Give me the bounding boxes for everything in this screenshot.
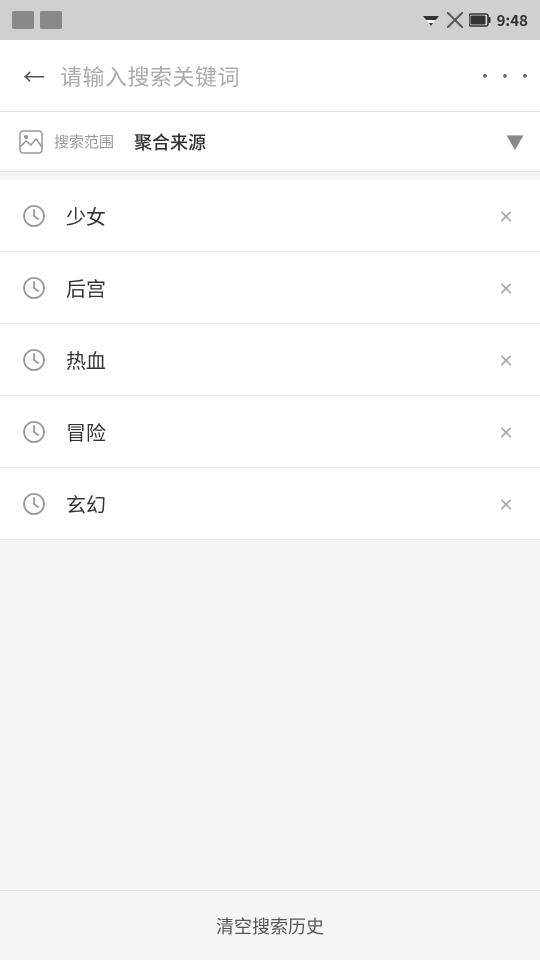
history-text: 玄幻 xyxy=(66,489,488,518)
scope-row[interactable]: 搜索范围 聚合来源 ▼ xyxy=(0,112,540,172)
search-input[interactable]: 请输入搜索关键词 xyxy=(60,60,488,92)
back-arrow-icon: ← xyxy=(23,60,45,92)
clear-history-label: 清空搜索历史 xyxy=(216,913,324,939)
history-item: 冒险 ✕ xyxy=(0,396,540,468)
history-item: 少女 ✕ xyxy=(0,180,540,252)
delete-icon: ✕ xyxy=(498,275,513,301)
history-text: 后宫 xyxy=(66,273,488,302)
history-item: 热血 ✕ xyxy=(0,324,540,396)
history-item: 后宫 ✕ xyxy=(0,252,540,324)
clear-history-button[interactable]: 清空搜索历史 xyxy=(0,890,540,960)
delete-button[interactable]: ✕ xyxy=(488,198,524,234)
history-clock-icon xyxy=(16,486,52,522)
scope-icon xyxy=(16,127,46,157)
history-clock-icon xyxy=(16,270,52,306)
delete-button[interactable]: ✕ xyxy=(488,486,524,522)
history-clock-icon xyxy=(16,414,52,450)
delete-icon: ✕ xyxy=(498,491,513,517)
delete-button[interactable]: ✕ xyxy=(488,342,524,378)
more-button[interactable]: ··· xyxy=(488,58,524,94)
delete-icon: ✕ xyxy=(498,419,513,445)
back-button[interactable]: ← xyxy=(16,58,52,94)
time-display: 9:48 xyxy=(497,10,528,31)
dropdown-arrow-icon: ▼ xyxy=(506,129,524,155)
history-clock-icon xyxy=(16,342,52,378)
keyboard-icon xyxy=(12,11,34,29)
status-bar: 9:48 xyxy=(0,0,540,40)
search-bar: ← 请输入搜索关键词 ··· xyxy=(0,40,540,112)
scope-label: 搜索范围 xyxy=(54,131,114,152)
status-left-icons xyxy=(12,11,62,29)
delete-button[interactable]: ✕ xyxy=(488,414,524,450)
history-text: 少女 xyxy=(66,201,488,230)
history-list: 少女 ✕ 后宫 ✕ xyxy=(0,180,540,540)
history-text: 冒险 xyxy=(66,417,488,446)
more-dots-icon: ··· xyxy=(476,63,536,89)
status-right: 9:48 xyxy=(421,10,528,31)
wifi-icon xyxy=(421,12,441,28)
history-clock-icon xyxy=(16,198,52,234)
signal-icon xyxy=(447,12,463,28)
delete-icon: ✕ xyxy=(498,347,513,373)
history-text: 热血 xyxy=(66,345,488,374)
history-item: 玄幻 ✕ xyxy=(0,468,540,540)
delete-button[interactable]: ✕ xyxy=(488,270,524,306)
delete-icon: ✕ xyxy=(498,203,513,229)
battery-icon xyxy=(469,13,491,27)
scope-selected: 聚合来源 xyxy=(134,129,506,155)
photo-icon xyxy=(40,11,62,29)
